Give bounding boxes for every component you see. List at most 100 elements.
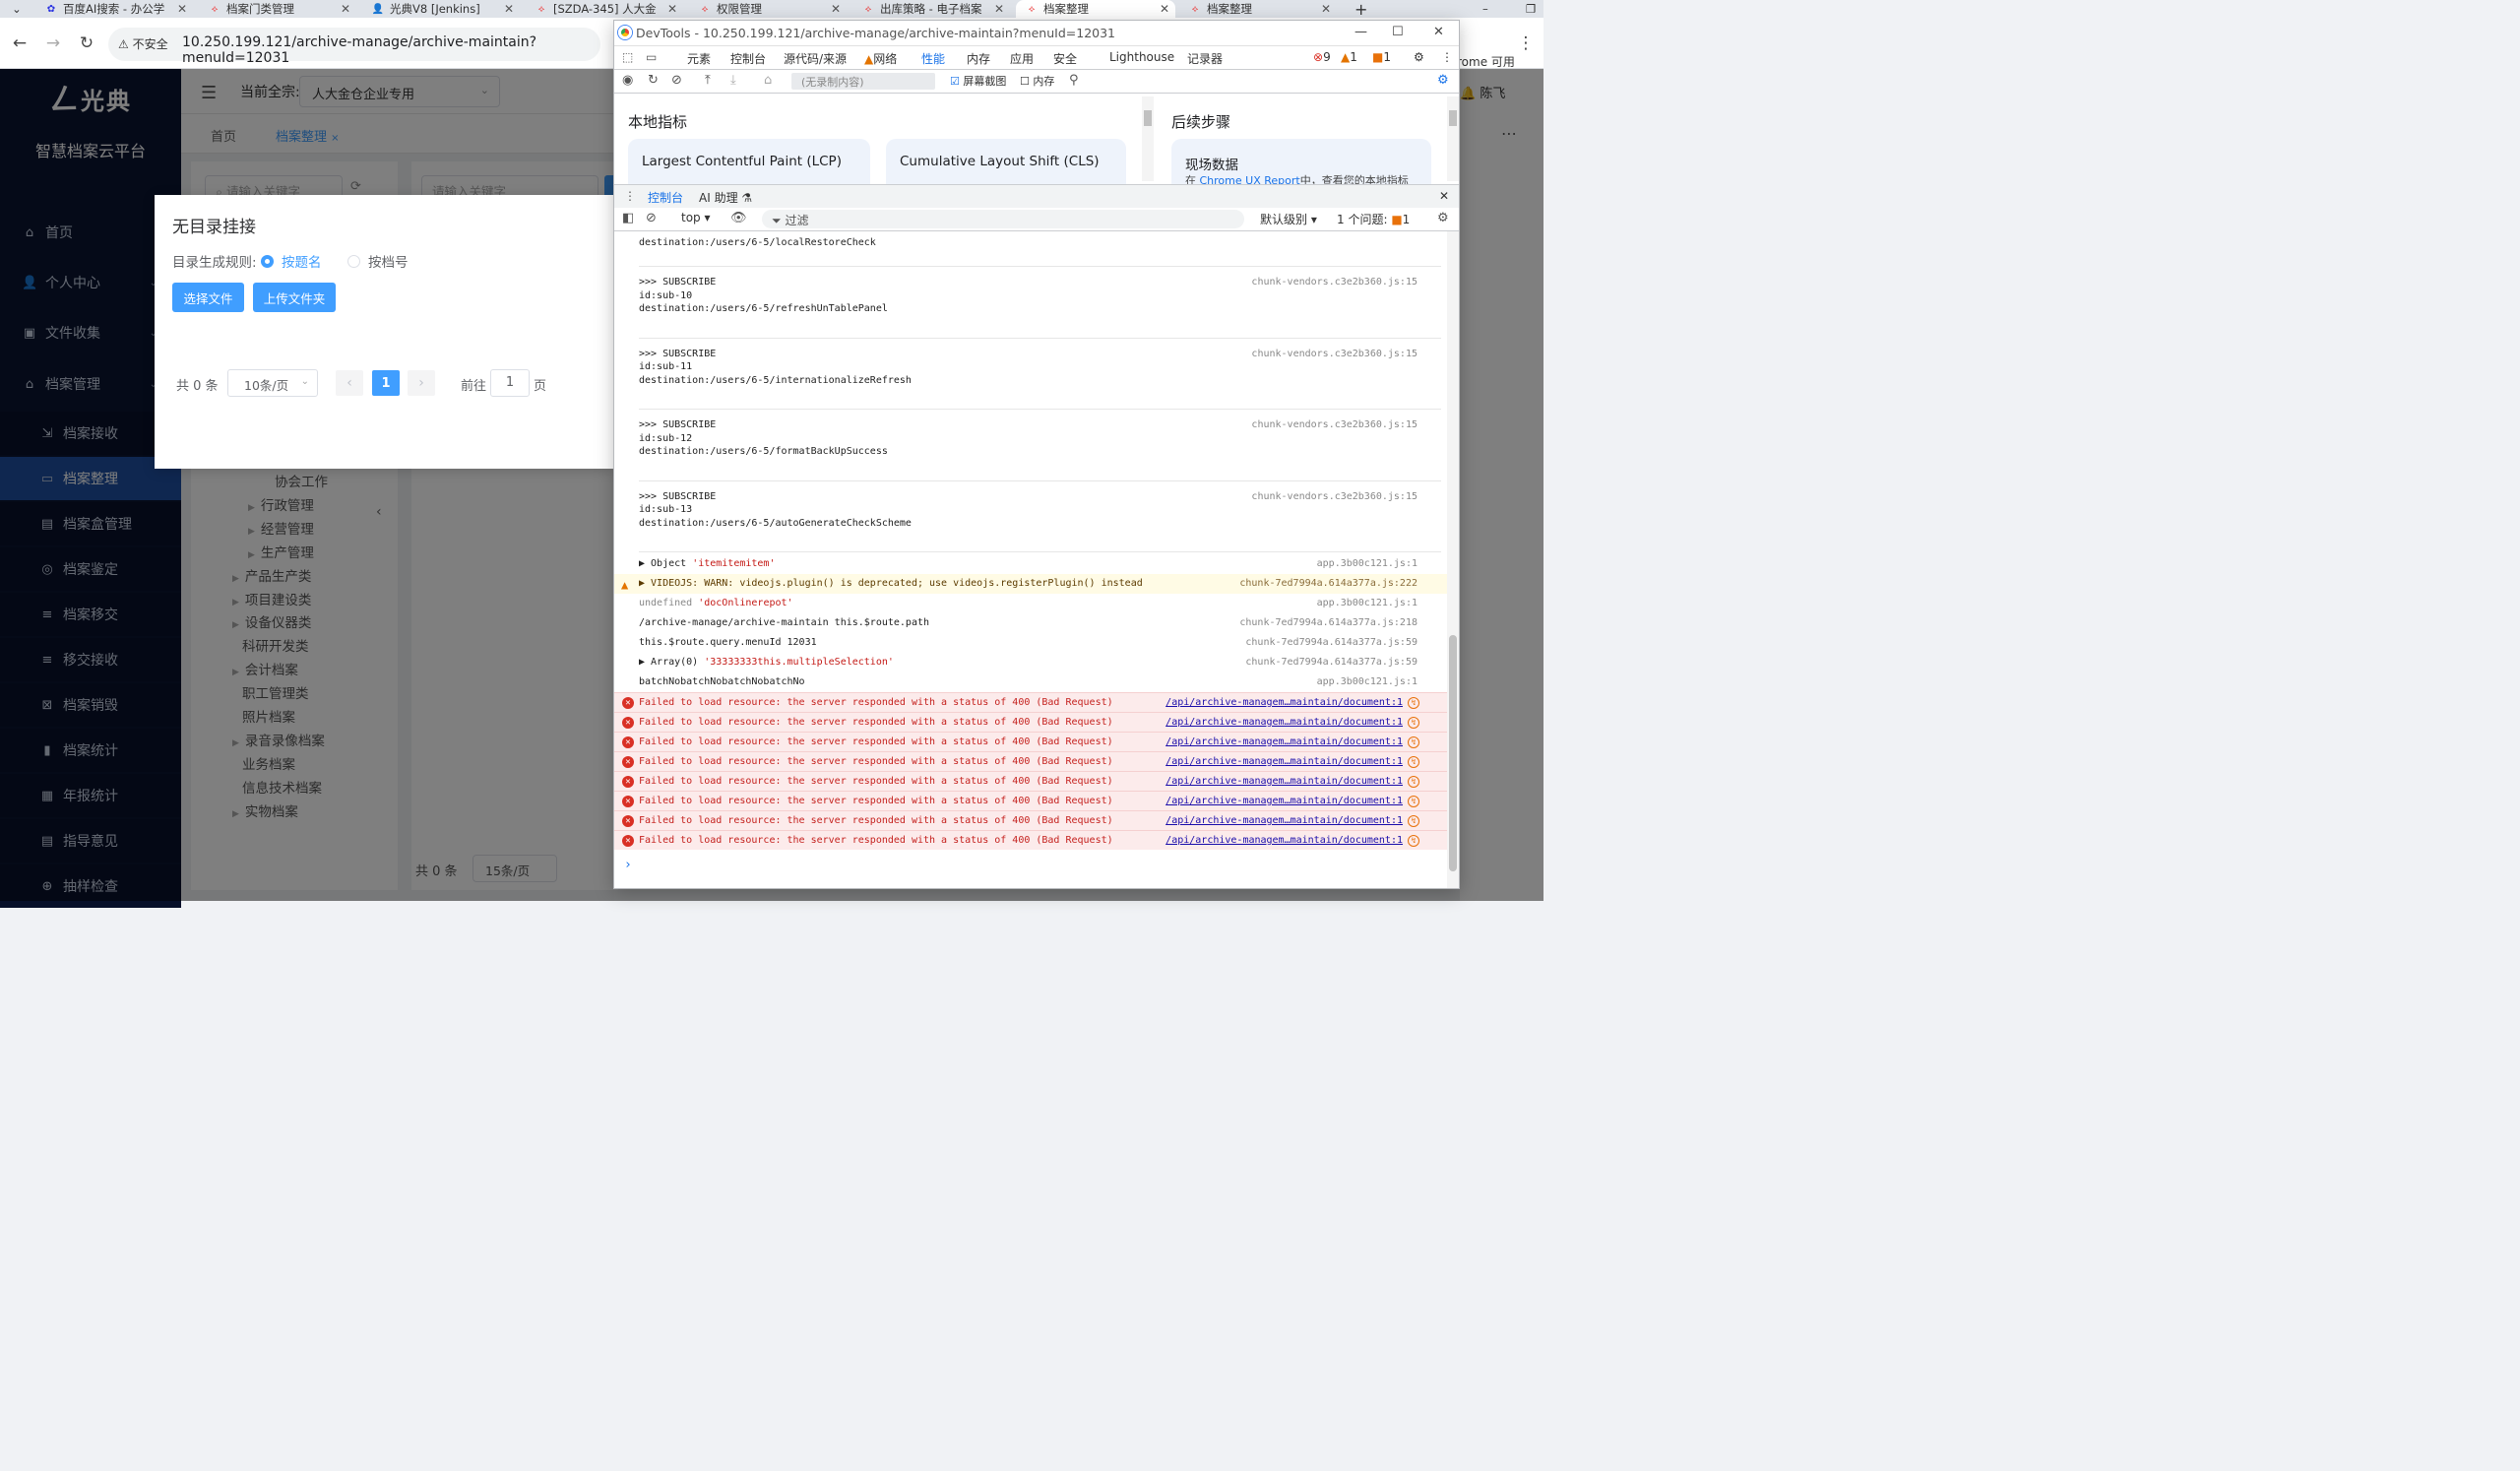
perf-scroll-thumb[interactable] <box>1144 110 1152 126</box>
sidebar-item[interactable]: ≡ 档案移交 <box>0 593 181 636</box>
source-link[interactable]: chunk-7ed7994a.614a377a.js:218 <box>1239 613 1418 633</box>
choose-file-button[interactable]: 选择文件 <box>172 283 244 312</box>
source-link[interactable]: app.3b00c121.js:1 <box>1317 672 1418 692</box>
download-icon[interactable]: ⤓ <box>730 73 736 88</box>
more-icon[interactable]: ⋯ <box>1501 124 1517 143</box>
tree-node[interactable]: 照片档案 <box>242 706 295 726</box>
close-tab-icon[interactable]: × <box>331 133 339 144</box>
tab-network[interactable]: ▲网络 <box>864 50 897 67</box>
more-options-icon[interactable]: ⋮ <box>1441 50 1453 64</box>
goto-page-input[interactable]: 1 <box>490 369 530 397</box>
source-link[interactable]: app.3b00c121.js:1 <box>1317 554 1418 574</box>
browser-tab[interactable]: ⟡ [SZDA-345] 人大金 ✕ <box>526 0 683 18</box>
reload-icon[interactable]: ↻ <box>77 33 96 53</box>
memory-checkbox[interactable]: ☐ 内存 <box>1020 73 1054 89</box>
tab-list-button[interactable]: ⌄ <box>0 0 33 18</box>
tree-node[interactable]: ▶ 录音录像档案 <box>232 730 325 749</box>
prev-page-button[interactable]: ‹ <box>336 370 363 396</box>
close-tab-icon[interactable]: ✕ <box>504 2 514 16</box>
sidebar-item[interactable]: ▮ 档案统计 <box>0 729 181 772</box>
eye-icon[interactable]: 👁 <box>730 211 747 225</box>
network-request-icon[interactable]: ↯ <box>1408 697 1419 709</box>
issues-button[interactable]: 1 个问题: ■1 <box>1337 211 1410 227</box>
sidebar-item[interactable]: ▤ 档案盒管理 <box>0 502 181 545</box>
radio-by-title[interactable]: 按题名 <box>261 251 322 271</box>
console-filter-input[interactable]: ⏷ 过滤 <box>762 210 1244 228</box>
request-link[interactable]: /api/archive-managem…maintain/document:1 <box>1166 792 1403 811</box>
broom-icon[interactable]: ⚲ <box>1069 73 1079 88</box>
close-icon[interactable]: ✕ <box>1433 25 1444 39</box>
clear-console-icon[interactable]: ⊘ <box>646 211 657 225</box>
browser-tab[interactable]: ⟡ 档案门类管理 ✕ <box>199 0 356 18</box>
network-request-icon[interactable]: ↯ <box>1408 776 1419 788</box>
back-icon[interactable]: ← <box>10 33 30 53</box>
sidebar-item[interactable]: ⊕ 抽样检查 <box>0 864 181 908</box>
tab-sources[interactable]: 源代码/来源 <box>784 50 847 67</box>
tab-security[interactable]: 安全 <box>1053 50 1077 67</box>
sidebar-item[interactable]: ◎ 档案鉴定 <box>0 547 181 591</box>
restore-icon[interactable]: ❐ <box>1516 0 1536 18</box>
sidebar-item[interactable]: ≡ 移交接收 <box>0 638 181 681</box>
refresh-icon[interactable]: ⟳ <box>350 179 361 194</box>
close-tab-icon[interactable]: ✕ <box>341 2 350 16</box>
request-link[interactable]: /api/archive-managem…maintain/document:1 <box>1166 733 1403 752</box>
context-select[interactable]: top ▾ <box>681 211 711 224</box>
tree-node[interactable]: ▶ 产品生产类 <box>232 565 311 585</box>
request-link[interactable]: /api/archive-managem…maintain/document:1 <box>1166 713 1403 733</box>
page-size-select[interactable]: 10条/页 ⌄ <box>227 369 318 397</box>
sidebar-item[interactable]: ▤ 指导意见 <box>0 819 181 863</box>
close-tab-icon[interactable]: ✕ <box>177 2 187 16</box>
tree-node[interactable]: 职工管理类 <box>242 682 309 702</box>
log-level-select[interactable]: 默认级别 ▾ <box>1260 211 1317 227</box>
upload-icon[interactable]: ⤒ <box>705 73 711 88</box>
tree-node[interactable]: ▶ 经营管理 <box>248 518 314 538</box>
next-page-button[interactable]: › <box>408 370 435 396</box>
source-link[interactable]: chunk-7ed7994a.614a377a.js:222 <box>1239 574 1418 594</box>
profile-chip[interactable]: rome 可用 <box>1457 53 1515 70</box>
settings-icon[interactable]: ⚙ <box>1414 50 1424 64</box>
minimize-icon[interactable]: — <box>1354 25 1367 39</box>
close-tab-icon[interactable]: ✕ <box>1160 2 1169 16</box>
browser-tab[interactable]: 👤 光典V8 [Jenkins] ✕ <box>362 0 520 18</box>
tab-performance[interactable]: 性能 <box>921 50 946 72</box>
tab-lighthouse[interactable]: Lighthouse <box>1109 50 1174 64</box>
clear-icon[interactable]: ⊘ <box>671 73 682 88</box>
user-menu[interactable]: 🔔 陈飞 <box>1460 83 1505 101</box>
close-drawer-icon[interactable]: ✕ <box>1439 189 1449 203</box>
tab-memory[interactable]: 内存 <box>967 50 990 67</box>
request-link[interactable]: /api/archive-managem…maintain/document:1 <box>1166 831 1403 851</box>
source-link[interactable]: chunk-7ed7994a.614a377a.js:59 <box>1245 633 1418 653</box>
menu-icon[interactable]: ⋮ <box>1516 33 1536 53</box>
tab-recorder[interactable]: 记录器 <box>1187 50 1223 67</box>
tab-home[interactable]: 首页 <box>211 126 236 145</box>
perf-scrollbar[interactable] <box>1142 96 1154 181</box>
tree-node[interactable]: ▶ 实物档案 <box>232 800 298 820</box>
not-secure-indicator[interactable]: ⚠ 不安全 <box>118 35 168 52</box>
source-link[interactable]: chunk-vendors.c3e2b360.js:15 <box>1251 348 1418 361</box>
close-tab-icon[interactable]: ✕ <box>831 2 841 16</box>
sidebar-item[interactable]: ⊠ 档案销毁 <box>0 683 181 727</box>
inspect-icon[interactable]: ⬚ <box>622 50 633 64</box>
perf-sidebar-scroll-thumb[interactable] <box>1449 110 1457 126</box>
console-scrollbar[interactable] <box>1447 231 1459 888</box>
tree-node[interactable]: ▶ 设备仪器类 <box>232 611 311 631</box>
tree-node[interactable]: ▶ 行政管理 <box>248 494 314 514</box>
forward-icon[interactable]: → <box>43 33 63 53</box>
request-link[interactable]: /api/archive-managem…maintain/document:1 <box>1166 811 1403 831</box>
workspace-select[interactable]: 人大金仓企业专用 ⌄ <box>299 76 500 107</box>
tree-node[interactable]: ▶ 生产管理 <box>248 542 314 561</box>
console-settings-icon[interactable]: ⚙ <box>1437 211 1449 225</box>
issue-count[interactable]: ■1 <box>1372 50 1391 64</box>
omnibox[interactable]: ⚠ 不安全 10.250.199.121/archive-manage/arch… <box>108 28 600 66</box>
request-link[interactable]: /api/archive-managem…maintain/document:1 <box>1166 752 1403 772</box>
source-link[interactable]: chunk-vendors.c3e2b360.js:15 <box>1251 276 1418 289</box>
browser-tab[interactable]: ⟡ 出库策略 - 电子档案 ✕ <box>852 0 1010 18</box>
perf-settings-icon[interactable]: ⚙ <box>1437 73 1449 88</box>
network-request-icon[interactable]: ↯ <box>1408 756 1419 768</box>
record-icon[interactable]: ◉ <box>622 73 633 88</box>
source-link[interactable]: chunk-vendors.c3e2b360.js:15 <box>1251 418 1418 432</box>
network-request-icon[interactable]: ↯ <box>1408 717 1419 729</box>
hamburger-icon[interactable]: ☰ <box>201 83 217 103</box>
tab-console[interactable]: 控制台 <box>730 50 766 67</box>
sidebar-item[interactable]: ▦ 年报统计 <box>0 774 181 817</box>
